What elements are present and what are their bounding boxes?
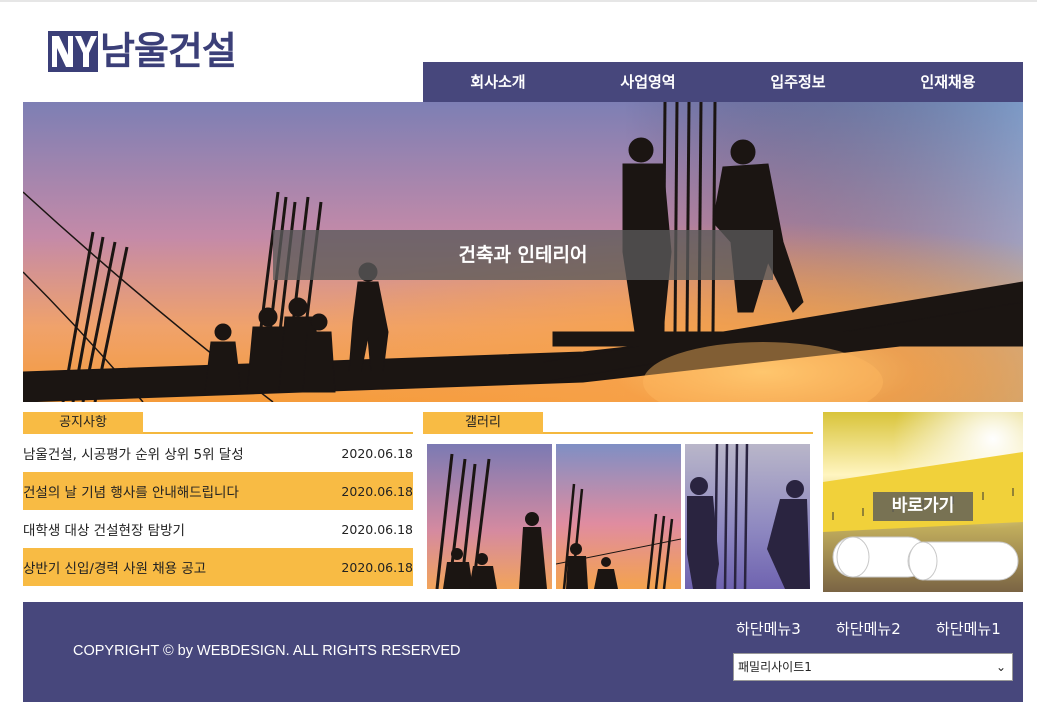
notice-date: 2020.06.18 [341,559,413,575]
gallery-thumbnail[interactable] [427,444,552,589]
logo-mark [48,30,98,72]
notice-header: 공지사항 [23,412,413,434]
logo[interactable]: 남울건설 [48,29,237,73]
main-nav: 회사소개 사업영역 입주정보 인재채용 [423,62,1023,102]
hero-caption: 건축과 인테리어 [273,230,773,280]
notice-title: 상반기 신입/경력 사원 채용 공고 [23,561,207,577]
nav-item-business[interactable]: 사업영역 [573,62,723,102]
notice-row[interactable]: 건설의 날 기념 행사를 안내해드립니다 2020.06.18 [23,472,413,510]
notice-title: 남울건설, 시공평가 순위 상위 5위 달성 [23,447,244,463]
logo-text: 남울건설 [100,29,237,73]
chevron-down-icon: ⌄ [995,660,1006,674]
shortcut-banner[interactable]: 바로가기 [823,412,1023,592]
nav-item-recruit[interactable]: 인재채용 [873,62,1023,102]
copyright-text: COPYRIGHT © by WEBDESIGN. ALL RIGHTS RES… [73,643,461,659]
footer-menu-3[interactable]: 하단메뉴3 [736,618,801,639]
family-site-select[interactable]: 패밀리사이트1 ⌄ [733,653,1013,681]
gallery-header: 갤러리 [423,412,813,434]
notice-row[interactable]: 남울건설, 시공평가 순위 상위 5위 달성 2020.06.18 [23,434,413,472]
notice-date: 2020.06.18 [341,445,413,461]
shortcut-label: 바로가기 [873,492,973,521]
gallery-thumbnail[interactable] [556,444,681,589]
nav-item-company[interactable]: 회사소개 [423,62,573,102]
notice-date: 2020.06.18 [341,483,413,499]
footer-menu-1[interactable]: 하단메뉴1 [936,618,1001,639]
gallery-thumbnail[interactable] [685,444,810,589]
footer: COPYRIGHT © by WEBDESIGN. ALL RIGHTS RES… [23,602,1023,702]
gallery-tab[interactable]: 갤러리 [423,412,543,434]
notice-tab[interactable]: 공지사항 [23,412,143,434]
hero-banner: 건축과 인테리어 [23,102,1023,402]
family-site-selected: 패밀리사이트1 [738,660,812,674]
notice-row[interactable]: 상반기 신입/경력 사원 채용 공고 2020.06.18 [23,548,413,586]
notice-date: 2020.06.18 [341,521,413,537]
nav-item-move-in[interactable]: 입주정보 [723,62,873,102]
notice-title: 대학생 대상 건설현장 탐방기 [23,523,185,539]
top-divider [0,0,1037,2]
notice-row[interactable]: 대학생 대상 건설현장 탐방기 2020.06.18 [23,510,413,548]
footer-menu-2[interactable]: 하단메뉴2 [836,618,901,639]
notice-title: 건설의 날 기념 행사를 안내해드립니다 [23,485,239,501]
